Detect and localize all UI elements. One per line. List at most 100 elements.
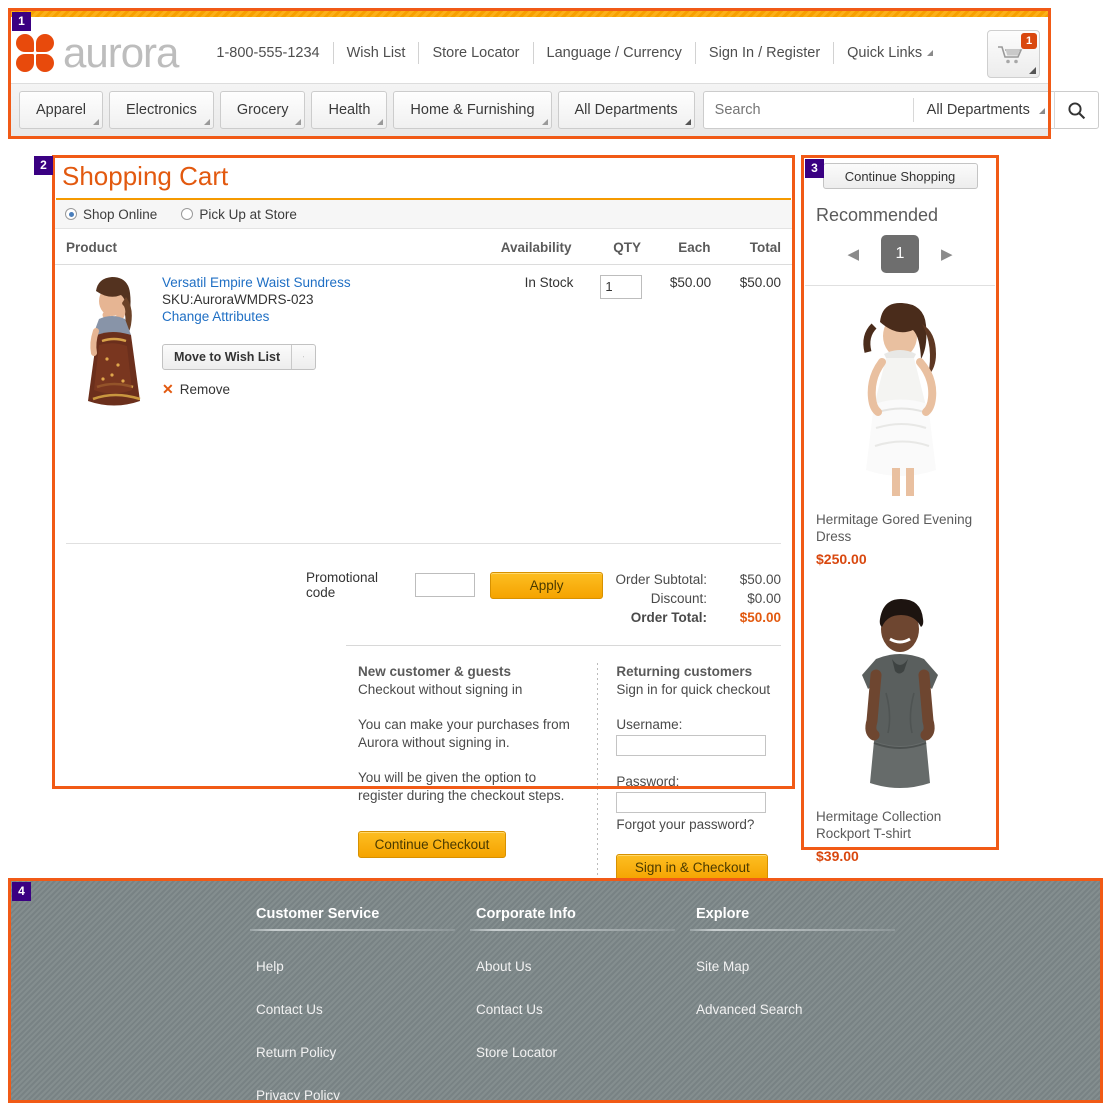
nav-label: Health — [328, 102, 371, 118]
cart-item-row: Versatil Empire Waist Sundress SKU:Auror… — [54, 265, 793, 415]
cart-item-info: Versatil Empire Waist Sundress SKU:Auror… — [162, 275, 490, 415]
checkout-options: New customer & guests Checkout without s… — [54, 646, 793, 881]
footer-link-privacy-policy[interactable]: Privacy Policy — [245, 1088, 465, 1103]
nav-label: Grocery — [236, 102, 289, 118]
footer-link-site-map[interactable]: Site Map — [685, 959, 905, 974]
col-total: Total — [749, 240, 782, 255]
subtotal-label: Order Subtotal: — [615, 572, 707, 587]
guest-subheading: Checkout without signing in — [358, 682, 523, 697]
header-utility-bar: aurora 1-800-555-1234 Wish List Store Lo… — [11, 17, 1048, 89]
guest-heading: New customer & guests — [358, 664, 512, 679]
search-input[interactable] — [703, 102, 913, 118]
chevron-down-icon — [295, 119, 302, 125]
sign-in-checkout-button[interactable]: Sign in & Checkout — [616, 854, 769, 881]
guest-checkout-column: New customer & guests Checkout without s… — [358, 663, 579, 881]
site-header: aurora 1-800-555-1234 Wish List Store Lo… — [11, 11, 1099, 136]
move-to-wish-list-label: Move to Wish List — [174, 350, 281, 364]
nav-label: All Departments — [574, 102, 678, 118]
subtotal-value: $50.00 — [739, 572, 781, 587]
total-row-subtotal: Order Subtotal: $50.00 — [603, 570, 781, 589]
footer-link-advanced-search[interactable]: Advanced Search — [685, 1002, 905, 1017]
total-row-discount: Discount: $0.00 — [603, 589, 781, 608]
nav-item-apparel[interactable]: Apparel — [19, 91, 103, 129]
header-link-wish-list[interactable]: Wish List — [334, 45, 419, 61]
annotation-number-3: 3 — [805, 159, 824, 178]
password-field[interactable] — [616, 792, 767, 813]
phone-number: 1-800-555-1234 — [216, 45, 320, 61]
qty-input[interactable]: 1 — [600, 275, 643, 299]
radio-shop-online[interactable]: Shop Online — [65, 207, 157, 222]
password-label: Password: — [616, 774, 680, 789]
footer-link-return-policy[interactable]: Return Policy — [245, 1045, 465, 1060]
nav-item-all-departments[interactable]: All Departments — [557, 91, 695, 129]
footer-link-store-locator[interactable]: Store Locator — [465, 1045, 685, 1060]
cell-each: $50.00 — [669, 275, 712, 290]
order-total-value: $50.00 — [739, 610, 781, 625]
cart-count-badge: 1 — [1021, 33, 1037, 49]
search-department-select[interactable]: All Departments — [914, 102, 1054, 118]
chevron-down-icon — [541, 119, 548, 125]
discount-value: $0.00 — [747, 591, 781, 606]
footer-column-customer-service: Customer Service Help Contact Us Return … — [245, 906, 465, 1103]
chevron-down-icon — [684, 119, 691, 125]
recommended-item-2-name[interactable]: Hermitage Collection Rockport T-shirt — [816, 808, 984, 842]
footer-link-contact-us[interactable]: Contact Us — [245, 1002, 465, 1017]
chevron-down-icon — [1038, 108, 1045, 114]
continue-shopping-button[interactable]: Continue Shopping — [822, 163, 978, 189]
username-field[interactable] — [616, 735, 767, 756]
continue-checkout-button[interactable]: Continue Checkout — [358, 831, 506, 858]
brand-name: aurora — [63, 29, 179, 76]
promo-code-input[interactable] — [415, 573, 476, 597]
footer-link-about-us[interactable]: About Us — [465, 959, 685, 974]
chevron-down-icon — [927, 50, 934, 57]
product-thumbnail-sundress[interactable] — [66, 275, 158, 415]
forgot-password-link[interactable]: Forgot your password? — [616, 817, 781, 832]
cart-table-header: Product Availability QTY Each Total — [54, 229, 793, 265]
footer-link-contact-us-corp[interactable]: Contact Us — [465, 1002, 685, 1017]
product-image-rockport-tshirt[interactable] — [816, 593, 984, 798]
recommended-title: Recommended — [816, 205, 939, 225]
radio-pick-up-at-store[interactable]: Pick Up at Store — [181, 207, 297, 222]
aurora-flower-icon — [16, 34, 54, 72]
search-icon — [1068, 101, 1085, 119]
cell-qty: 1 — [573, 275, 643, 415]
footer-heading: Corporate Info — [476, 906, 576, 922]
footer-link-help[interactable]: Help — [245, 959, 465, 974]
pager-prev-icon[interactable]: ◀ — [847, 245, 859, 263]
footer-rule — [250, 929, 455, 931]
search-department-label: All Departments — [926, 102, 1030, 118]
nav-item-home-furnishing[interactable]: Home & Furnishing — [393, 91, 552, 129]
nav-item-grocery[interactable]: Grocery — [219, 91, 306, 129]
remove-item-button[interactable]: ✕ Remove — [162, 381, 490, 398]
recommended-item-1-price: $250.00 — [816, 551, 867, 567]
search-submit-button[interactable] — [1053, 91, 1098, 129]
quick-links-label: Quick Links — [847, 45, 923, 61]
wish-list-dropdown-toggle[interactable] — [291, 345, 315, 369]
chevron-down-icon — [92, 119, 99, 125]
recommended-item-1-name[interactable]: Hermitage Gored Evening Dress — [816, 511, 984, 545]
change-attributes-link[interactable]: Change Attributes — [162, 309, 490, 324]
guest-paragraph-1: You can make your purchases from Aurora … — [358, 717, 570, 750]
brand-logo[interactable]: aurora — [16, 29, 179, 77]
header-link-store-locator[interactable]: Store Locator — [419, 45, 532, 61]
product-image-evening-dress[interactable] — [816, 296, 984, 501]
pager-next-icon[interactable]: ▶ — [941, 245, 953, 263]
recommended-item-2: Hermitage Collection Rockport T-shirt $3… — [805, 583, 995, 864]
header-link-quick-links[interactable]: Quick Links — [834, 45, 946, 61]
nav-item-health[interactable]: Health — [311, 91, 388, 129]
remove-label: Remove — [179, 382, 231, 397]
mini-cart-button[interactable]: 1 — [987, 30, 1040, 78]
col-each: Each — [678, 240, 711, 255]
recommended-panel: Continue Shopping Recommended ◀ 1 ▶ Herm… — [805, 157, 995, 864]
apply-promo-button[interactable]: Apply — [490, 571, 603, 599]
header-link-language-currency[interactable]: Language / Currency — [534, 45, 695, 61]
nav-label: Electronics — [125, 102, 197, 118]
header-link-sign-in-register[interactable]: Sign In / Register — [696, 45, 833, 61]
pager-page-1[interactable]: 1 — [881, 235, 919, 273]
radio-label: Shop Online — [83, 206, 158, 222]
promo-label: Promotional code — [306, 570, 379, 600]
footer-heading: Customer Service — [256, 906, 380, 922]
product-name-link[interactable]: Versatil Empire Waist Sundress — [162, 275, 490, 290]
move-to-wish-list-button[interactable]: Move to Wish List — [162, 344, 317, 370]
nav-item-electronics[interactable]: Electronics — [108, 91, 214, 129]
